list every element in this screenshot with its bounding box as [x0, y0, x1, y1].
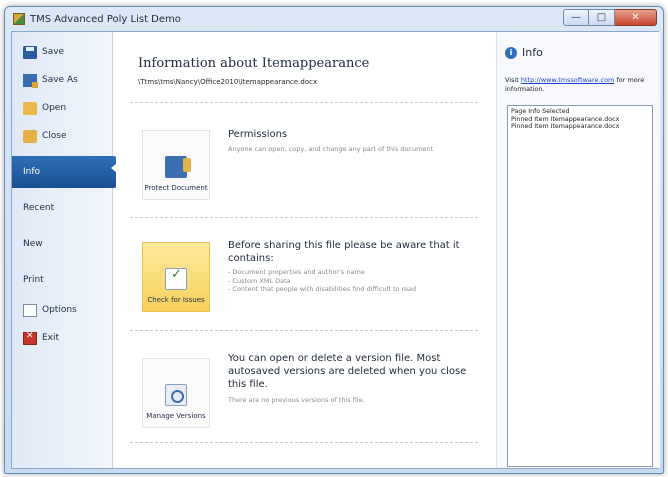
menu-item-new[interactable]: New	[12, 232, 113, 256]
client-area: Save Save As Open Close Info Recent New	[11, 31, 660, 469]
list-item[interactable]: Pinned Item Itemappearance.docx	[511, 123, 649, 131]
app-icon	[13, 13, 25, 25]
section-heading: Before sharing this file please be aware…	[228, 240, 460, 264]
document-path: \Ttms\tms\Nancy\Office2010\Itemappearanc…	[138, 78, 318, 86]
menu-item-exit[interactable]: Exit	[12, 326, 113, 350]
check-for-issues-button[interactable]: Check for Issues	[142, 242, 210, 312]
menu-item-print[interactable]: Print	[12, 268, 113, 292]
tile-label: Check for Issues	[147, 296, 205, 304]
backstage-menu: Save Save As Open Close Info Recent New	[12, 32, 117, 468]
event-log-list[interactable]: Page Info Selected Pinned Item Itemappea…	[507, 105, 653, 467]
menu-item-open[interactable]: Open	[12, 96, 113, 120]
menu-item-save-as[interactable]: Save As	[12, 68, 113, 92]
visit-prefix: Visit	[505, 76, 521, 84]
visit-text: Visit http://www.tmssoftware.com for mor…	[505, 76, 655, 94]
open-folder-icon	[23, 101, 37, 115]
versions-icon	[165, 384, 187, 406]
website-link[interactable]: http://www.tmssoftware.com	[521, 76, 614, 84]
maximize-button[interactable]: □	[589, 9, 615, 26]
section-heading: You can open or delete a version file. M…	[228, 353, 467, 390]
menu-item-close[interactable]: Close	[12, 124, 113, 148]
menu-item-label: Close	[42, 131, 67, 141]
manage-versions-button[interactable]: Manage Versions	[142, 358, 210, 428]
menu-item-label: Save As	[42, 75, 78, 85]
menu-item-label: Recent	[23, 203, 55, 213]
section-description: Anyone can open, copy, and change any pa…	[228, 145, 434, 153]
menu-item-label: New	[23, 239, 43, 249]
divider	[130, 442, 478, 443]
divider	[130, 102, 478, 103]
menu-item-save[interactable]: Save	[12, 40, 113, 64]
menu-item-options[interactable]: Options	[12, 298, 113, 322]
tile-label: Protect Document	[144, 184, 208, 192]
menu-item-label: Exit	[42, 333, 60, 343]
menu-item-label: Print	[23, 275, 44, 285]
divider	[130, 330, 478, 331]
section-description: - Document properties and author's name …	[228, 268, 417, 293]
menu-item-label: Info	[23, 167, 41, 177]
lock-icon	[165, 156, 191, 178]
window-controls: — □ ✕	[563, 9, 657, 26]
info-panel: i Info Visit http://www.tmssoftware.com …	[496, 32, 660, 468]
menu-item-info[interactable]: Info	[12, 156, 117, 188]
menu-item-label: Open	[42, 103, 67, 113]
list-item[interactable]: Pinned Item Itemappearance.docx	[511, 116, 649, 124]
title-bar: TMS Advanced Poly List Demo — □ ✕	[5, 7, 663, 31]
protect-document-button[interactable]: Protect Document	[142, 130, 210, 200]
menu-item-recent[interactable]: Recent	[12, 196, 113, 220]
save-as-icon	[23, 73, 38, 88]
close-button[interactable]: ✕	[615, 9, 657, 26]
close-folder-icon	[23, 129, 37, 143]
inspect-document-icon	[165, 268, 187, 290]
divider	[130, 217, 478, 218]
exit-icon	[23, 331, 37, 345]
menu-item-label: Save	[42, 47, 65, 57]
section-heading: Permissions	[228, 129, 288, 140]
info-main: Information about Itemappearance \Ttms\t…	[130, 32, 486, 468]
section-description: There are no previous versions of this f…	[228, 396, 365, 404]
window-title: TMS Advanced Poly List Demo	[30, 13, 181, 25]
list-item[interactable]: Page Info Selected	[511, 108, 649, 116]
tile-label: Manage Versions	[146, 412, 206, 420]
save-icon	[23, 45, 37, 59]
app-window: TMS Advanced Poly List Demo — □ ✕ Save S…	[4, 6, 664, 474]
minimize-button[interactable]: —	[563, 9, 589, 26]
page-title: Information about Itemappearance	[138, 56, 370, 71]
info-panel-header: i Info	[505, 46, 543, 59]
options-icon	[23, 303, 37, 317]
info-icon: i	[505, 46, 517, 59]
menu-item-label: Options	[42, 305, 77, 315]
info-panel-title: Info	[522, 46, 543, 59]
